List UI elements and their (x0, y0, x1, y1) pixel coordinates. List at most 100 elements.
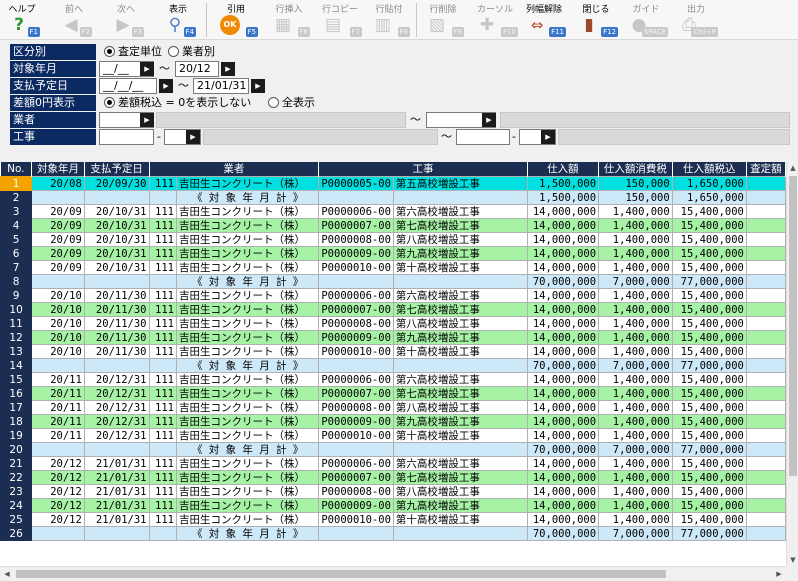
subtotal-row[interactable]: 20 《 対 象 年 月 計 》 70,000,000 7,000,000 77,000… (0, 442, 786, 457)
row-paste-key: F8 (397, 27, 410, 37)
shiharai-to-picker-icon[interactable]: ▶ (251, 79, 265, 93)
cell-vendor-code: 111 (148, 512, 177, 527)
next-button[interactable]: 次へ ▶ F3 (108, 0, 144, 40)
table-row[interactable]: 4 20/09 20/10/31 111 吉田生コンクリート（株） P0000007-00… (0, 218, 786, 233)
col-header-purchase-total[interactable]: 仕入額税込 (672, 162, 747, 177)
cell-assessment (745, 260, 786, 275)
table-row[interactable]: 16 20/11 20/12/31 111 吉田生コンクリート（株） P0000007-0… (0, 386, 786, 401)
taisho-to-input[interactable]: 20/12 (175, 61, 219, 77)
kubun-radio-vendor[interactable] (168, 46, 179, 57)
cell-vendor-code: 111 (148, 260, 177, 275)
cell-construction-code: P0000009-00 (318, 414, 394, 429)
cite-button[interactable]: 引用 OK F5 (214, 0, 258, 40)
col-header-payment-date[interactable]: 支払予定日 (84, 162, 150, 177)
help-button[interactable]: ヘルプ ? F1 (4, 0, 40, 40)
cell-purchase-tax: 7,000,000 (598, 442, 673, 457)
data-grid[interactable]: No. 対象年月 支払予定日 業者 工事 仕入額 仕入額消費税 仕入額税込 査定… (0, 162, 786, 566)
shiharai-to-input[interactable]: 21/01/31 (193, 78, 249, 94)
table-row[interactable]: 9 20/10 20/11/30 111 吉田生コンクリート（株） P0000006-00… (0, 288, 786, 303)
horizontal-scrollbar[interactable]: ◀ ▶ (0, 566, 786, 581)
table-row[interactable]: 25 20/12 21/01/31 111 吉田生コンクリート（株） P0000010-0… (0, 512, 786, 527)
table-row[interactable]: 22 20/12 21/01/31 111 吉田生コンクリート（株） P0000007-0… (0, 470, 786, 485)
table-row[interactable]: 17 20/11 20/12/31 111 吉田生コンクリート（株） P0000008-0… (0, 400, 786, 415)
table-row[interactable]: 10 20/10 20/11/30 111 吉田生コンクリート（株） P0000007-0… (0, 302, 786, 317)
subtotal-row[interactable]: 8 《 対 象 年 月 計 》 70,000,000 7,000,000 77,000,… (0, 274, 786, 289)
gyosha-tilde: ～ (410, 113, 421, 126)
shiharai-from-input[interactable]: __/__/__ (99, 78, 157, 94)
filter-row-sagaku: 差額0円表示 差額税込 = 0を表示しない 全表示 (0, 95, 798, 112)
row-number: 25 (0, 512, 33, 527)
table-row[interactable]: 1 20/08 20/09/30 111 吉田生コンクリート（株） P0000005-00… (0, 176, 786, 191)
col-header-purchase-tax[interactable]: 仕入額消費税 (598, 162, 673, 177)
row-number: 12 (0, 330, 33, 345)
subtotal-row[interactable]: 14 《 対 象 年 月 計 》 70,000,000 7,000,000 77,000… (0, 358, 786, 373)
row-insert-button[interactable]: 行挿入 ▦ F6 (268, 0, 310, 40)
table-row[interactable]: 21 20/12 21/01/31 111 吉田生コンクリート（株） P0000006-0… (0, 456, 786, 471)
col-header-target-month[interactable]: 対象年月 (31, 162, 85, 177)
cell-payment-date: 21/01/31 (83, 470, 150, 485)
table-row[interactable]: 12 20/10 20/11/30 111 吉田生コンクリート（株） P0000009-0… (0, 330, 786, 345)
table-row[interactable]: 7 20/09 20/10/31 111 吉田生コンクリート（株） P0000010-00… (0, 260, 786, 275)
cell-vendor-name: 吉田生コンクリート（株） (175, 246, 320, 261)
col-header-no[interactable]: No. (0, 162, 33, 177)
table-row[interactable]: 24 20/12 21/01/31 111 吉田生コンクリート（株） P0000009-0… (0, 498, 786, 513)
subtotal-row[interactable]: 2 《 対 象 年 月 計 》 1,500,000 150,000 1,650,000 (0, 190, 786, 205)
scroll-down-icon[interactable]: ▼ (787, 554, 798, 566)
cell-target-month: 20/09 (31, 232, 85, 247)
sagaku-radio-all[interactable] (268, 97, 279, 108)
koji-to-input[interactable] (456, 129, 510, 145)
row-copy-button[interactable]: 行コピー ▤ F7 (318, 0, 362, 40)
cell-purchase-tax: 7,000,000 (598, 274, 673, 289)
table-row[interactable]: 15 20/11 20/12/31 111 吉田生コンクリート（株） P0000006-0… (0, 372, 786, 387)
output-button[interactable]: 出力 ⎙ Ctrl+P (674, 0, 718, 40)
taisho-from-picker-icon[interactable]: ▶ (140, 62, 154, 76)
show-button[interactable]: 表示 ⚲ F4 (160, 0, 196, 40)
col-header-construction[interactable]: 工事 (318, 162, 528, 177)
vertical-scroll-thumb[interactable] (789, 176, 797, 476)
row-paste-button[interactable]: 行貼付 ▥ F8 (368, 0, 410, 40)
koji-to-picker-icon[interactable]: ▶ (541, 130, 555, 144)
table-row[interactable]: 5 20/09 20/10/31 111 吉田生コンクリート（株） P0000008-00… (0, 232, 786, 247)
col-header-vendor[interactable]: 業者 (149, 162, 320, 177)
table-row[interactable]: 13 20/10 20/11/30 111 吉田生コンクリート（株） P0000010-0… (0, 344, 786, 359)
scroll-right-icon[interactable]: ▶ (772, 567, 786, 581)
vertical-scrollbar[interactable]: ▲ ▼ (786, 162, 798, 566)
guide-button[interactable]: ガイド ● SPACE (624, 0, 668, 40)
shiharai-from-picker-icon[interactable]: ▶ (159, 79, 173, 93)
gyosha-from-picker-icon[interactable]: ▶ (140, 113, 154, 127)
kubun-radio-unit[interactable] (104, 46, 115, 57)
cell-payment-date: 20/12/31 (83, 428, 150, 443)
scroll-up-icon[interactable]: ▲ (787, 162, 798, 174)
cell-purchase-total: 15,400,000 (671, 344, 747, 359)
prev-button[interactable]: 前へ ◀ F2 (56, 0, 92, 40)
subtotal-row[interactable]: 26 《 対 象 年 月 計 》 70,000,000 7,000,000 77,000… (0, 526, 786, 541)
filter-row-koji: 工事 - ▶ ～ - ▶ (0, 129, 798, 146)
sagaku-radio-hide[interactable] (104, 97, 115, 108)
scroll-left-icon[interactable]: ◀ (0, 567, 14, 581)
cell-vendor-code (148, 442, 177, 457)
gyosha-to-picker-icon[interactable]: ▶ (482, 113, 496, 127)
table-row[interactable]: 23 20/12 21/01/31 111 吉田生コンクリート（株） P0000008-0… (0, 484, 786, 499)
table-row[interactable]: 11 20/10 20/11/30 111 吉田生コンクリート（株） P0000008-0… (0, 316, 786, 331)
table-row[interactable]: 18 20/11 20/12/31 111 吉田生コンクリート（株） P0000009-0… (0, 414, 786, 429)
cell-construction-name: 第六高校増設工事 (392, 204, 528, 219)
table-row[interactable]: 3 20/09 20/10/31 111 吉田生コンクリート（株） P0000006-00… (0, 204, 786, 219)
close-button[interactable]: 閉じる ▮ F12 (574, 0, 618, 40)
table-row[interactable]: 6 20/09 20/10/31 111 吉田生コンクリート（株） P0000009-00… (0, 246, 786, 261)
horizontal-scroll-thumb[interactable] (16, 570, 666, 578)
column-reset-button[interactable]: 列幅解除 ⇔ F11 (522, 0, 566, 40)
koji-from-input[interactable] (99, 129, 154, 145)
cursor-button[interactable]: カーソル ✚ F10 (472, 0, 518, 40)
cell-construction-code (318, 274, 394, 289)
col-header-purchase-amount[interactable]: 仕入額 (527, 162, 600, 177)
cell-assessment (745, 414, 786, 429)
cell-subtotal-label: 《 対 象 年 月 計 》 (175, 274, 320, 289)
koji-from-picker-icon[interactable]: ▶ (186, 130, 200, 144)
cell-assessment (745, 232, 786, 247)
row-delete-button[interactable]: 行削除 ▧ F9 (422, 0, 464, 40)
col-header-assessment[interactable]: 査定額 (746, 162, 786, 177)
row-number: 19 (0, 428, 33, 443)
taisho-to-picker-icon[interactable]: ▶ (221, 62, 235, 76)
table-row[interactable]: 19 20/11 20/12/31 111 吉田生コンクリート（株） P0000010-0… (0, 428, 786, 443)
cell-vendor-name: 吉田生コンクリート（株） (175, 232, 320, 247)
